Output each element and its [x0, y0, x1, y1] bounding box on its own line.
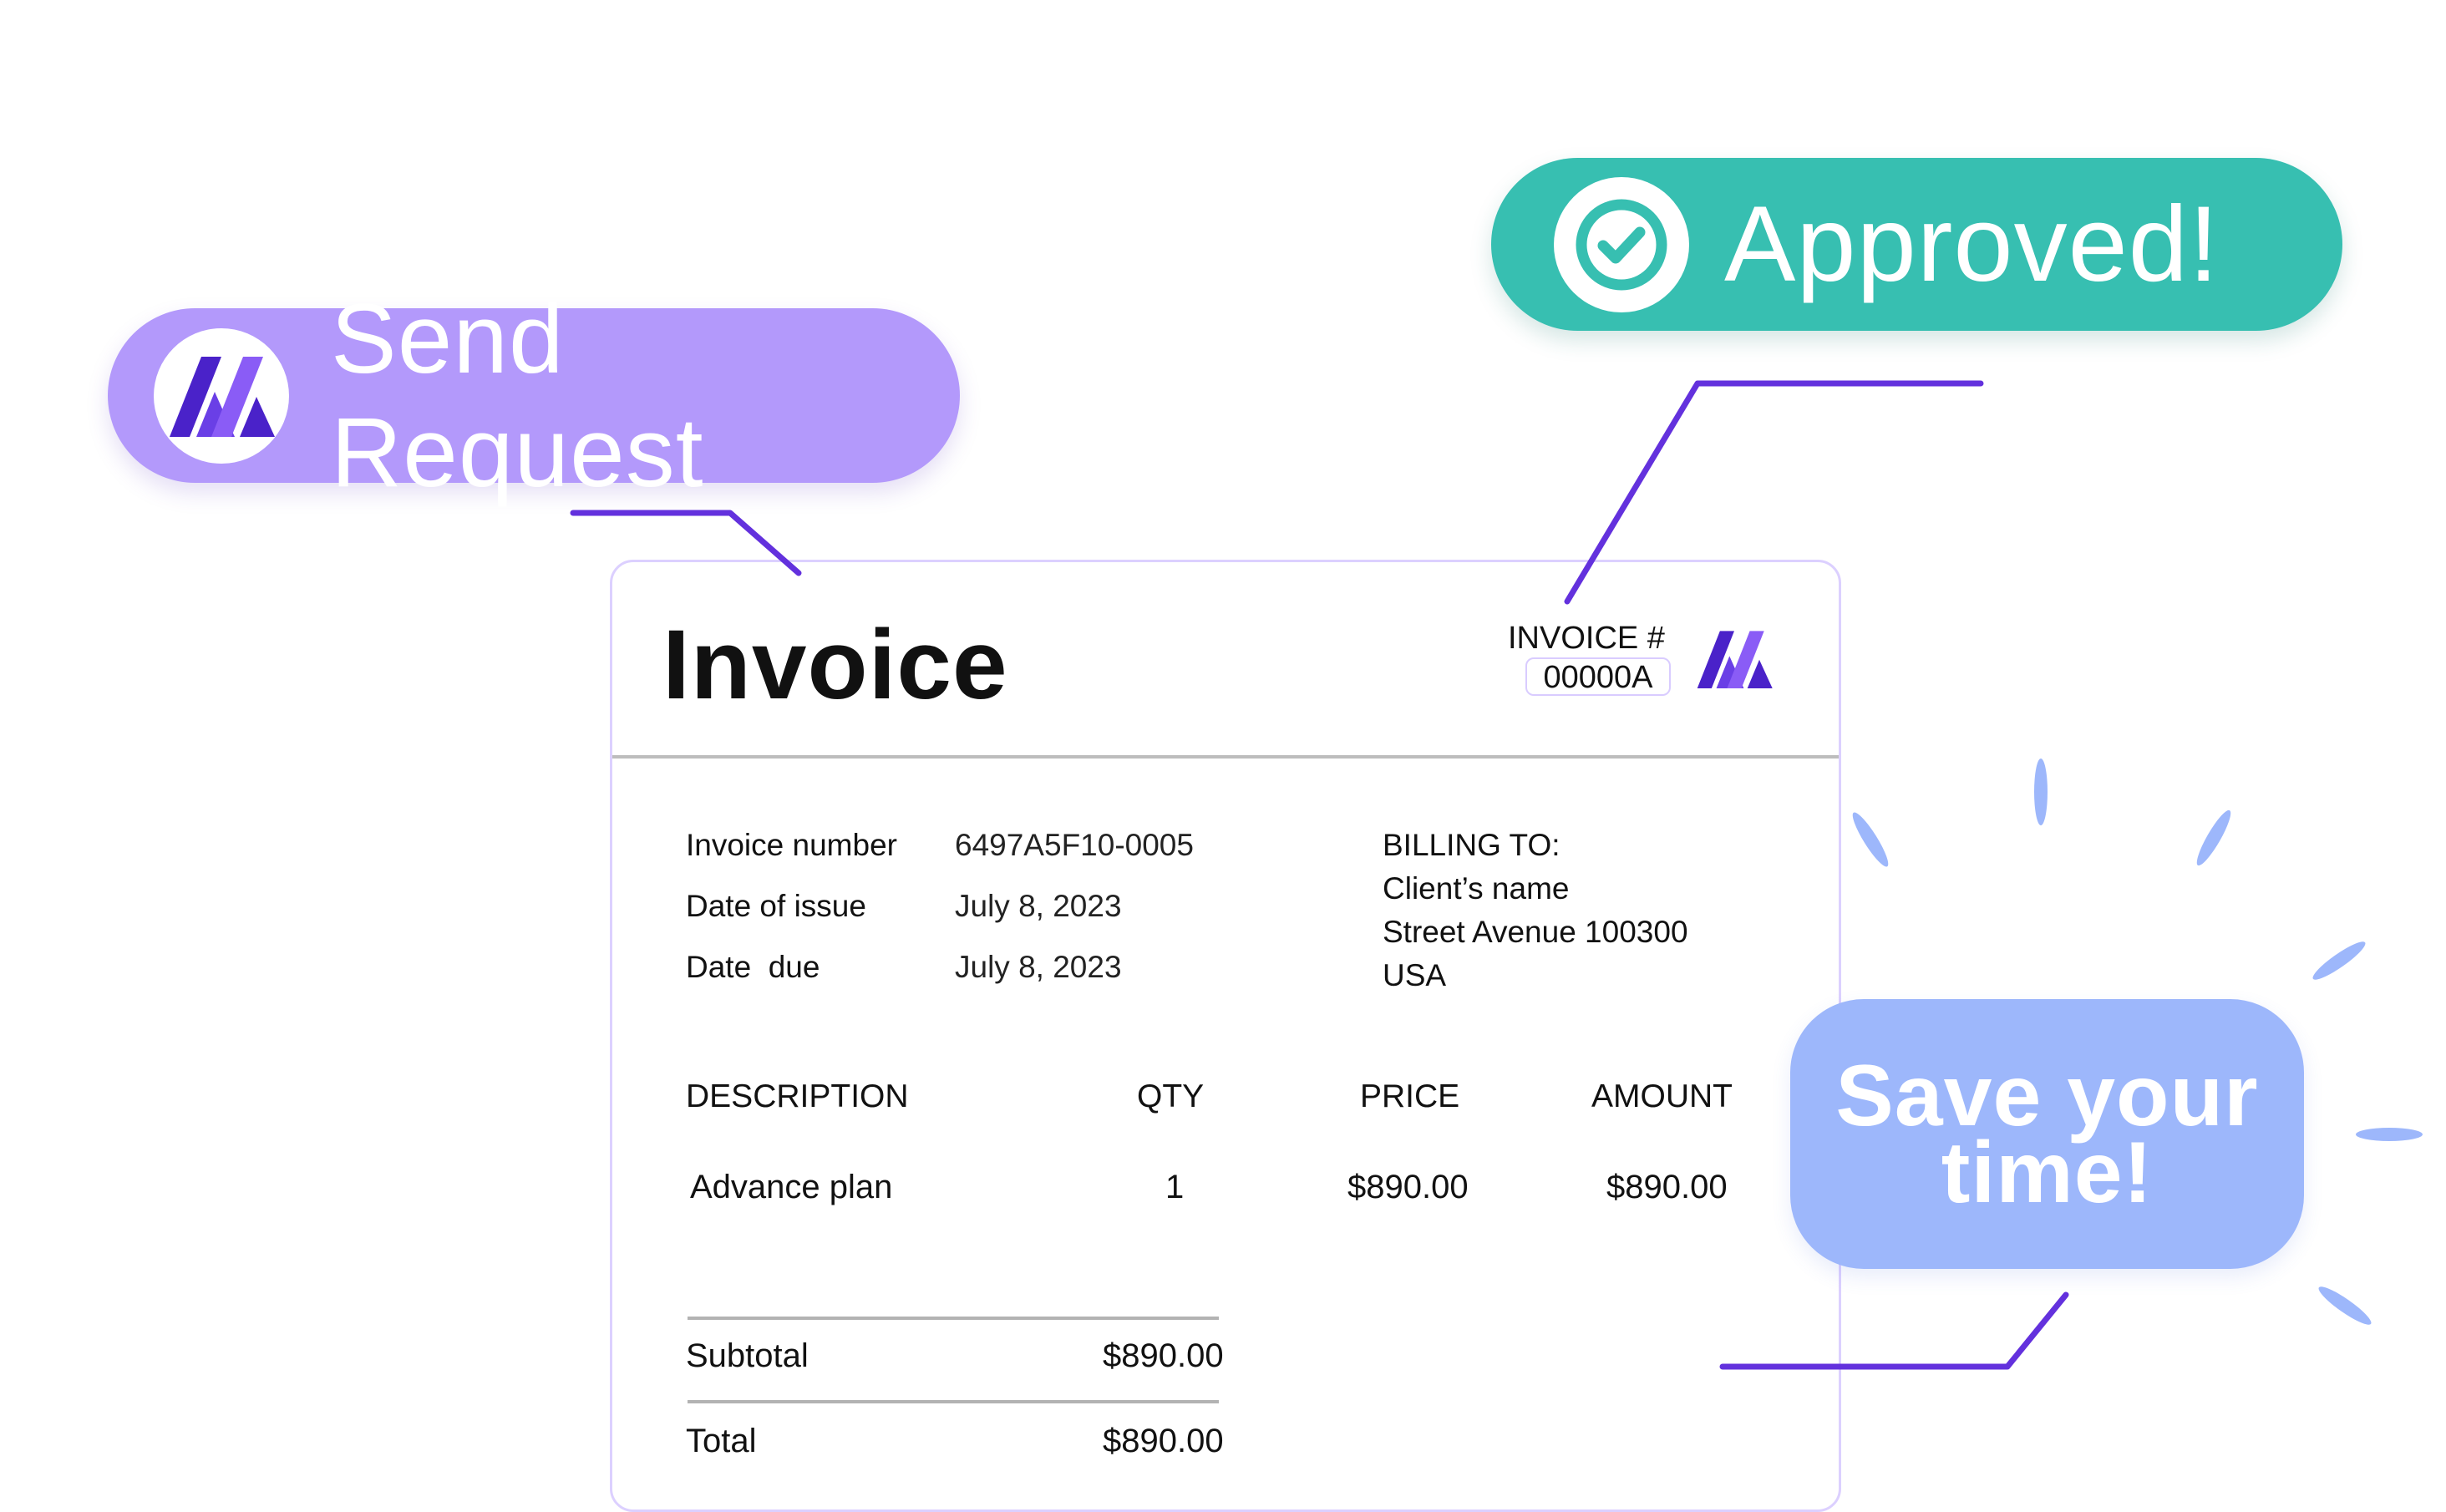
- header-divider: [612, 755, 1839, 759]
- sparkle: [2196, 809, 2231, 866]
- column-header-description: DESCRIPTION: [686, 1078, 909, 1114]
- meta-value-invoice-number: 6497A5F10-0005: [955, 828, 1194, 862]
- approved-label: Approved!: [1724, 185, 2220, 304]
- invoice-number-badge: 00000A: [1525, 657, 1671, 696]
- save-time-badge: Save your time!: [1790, 999, 2304, 1269]
- row-amount: $890.00: [1606, 1169, 1728, 1205]
- billing-street: Street Avenue 100300: [1383, 915, 1688, 949]
- sparkle: [2034, 759, 2048, 825]
- column-header-qty: QTY: [1137, 1078, 1205, 1114]
- logo-icon: [1697, 631, 1773, 688]
- meta-label-date-of-issue: Date of issue: [686, 889, 866, 923]
- meta-value-date-of-issue: July 8, 2023: [955, 889, 1122, 923]
- invoice-card: Invoice INVOICE # 00000A Invoice number …: [610, 560, 1841, 1512]
- save-time-line-2: time!: [1941, 1124, 2154, 1221]
- total-value: $890.00: [1103, 1423, 1224, 1459]
- column-header-price: PRICE: [1360, 1078, 1460, 1114]
- subtotal-label: Subtotal: [686, 1337, 809, 1374]
- logo-badge: [154, 327, 289, 464]
- save-time-line-1: Save your: [1835, 1047, 2259, 1144]
- sparkle: [2356, 1128, 2423, 1141]
- billing-country: USA: [1383, 958, 1447, 992]
- billing-name: Client’s name: [1383, 871, 1570, 906]
- subtotal-value: $890.00: [1103, 1337, 1224, 1374]
- send-request-label: Send Request: [331, 283, 704, 508]
- row-description: Advance plan: [690, 1169, 893, 1205]
- logo-icon: [170, 356, 275, 437]
- approved-badge: Approved!: [1491, 158, 2342, 331]
- row-price: $890.00: [1347, 1169, 1469, 1205]
- sparkle: [2312, 941, 2366, 980]
- total-divider: [688, 1400, 1219, 1403]
- approved-icon-circle: [1554, 176, 1689, 312]
- column-header-amount: AMOUNT: [1591, 1078, 1733, 1114]
- meta-value-date-due: July 8, 2023: [955, 950, 1122, 984]
- sparkle: [2318, 1286, 2372, 1325]
- invoice-title: Invoice: [662, 610, 1008, 720]
- total-label: Total: [686, 1423, 757, 1459]
- subtotal-divider: [688, 1317, 1219, 1320]
- invoice-number-label: INVOICE #: [1508, 621, 1665, 656]
- meta-label-date-due: Date due: [686, 950, 820, 984]
- meta-label-invoice-number: Invoice number: [686, 828, 897, 862]
- row-qty: 1: [1165, 1169, 1185, 1205]
- send-request-button[interactable]: Send Request: [108, 284, 960, 508]
- check-circle-icon: [1576, 199, 1667, 290]
- sparkle: [1852, 812, 1889, 867]
- billing-heading: BILLING TO:: [1383, 828, 1560, 862]
